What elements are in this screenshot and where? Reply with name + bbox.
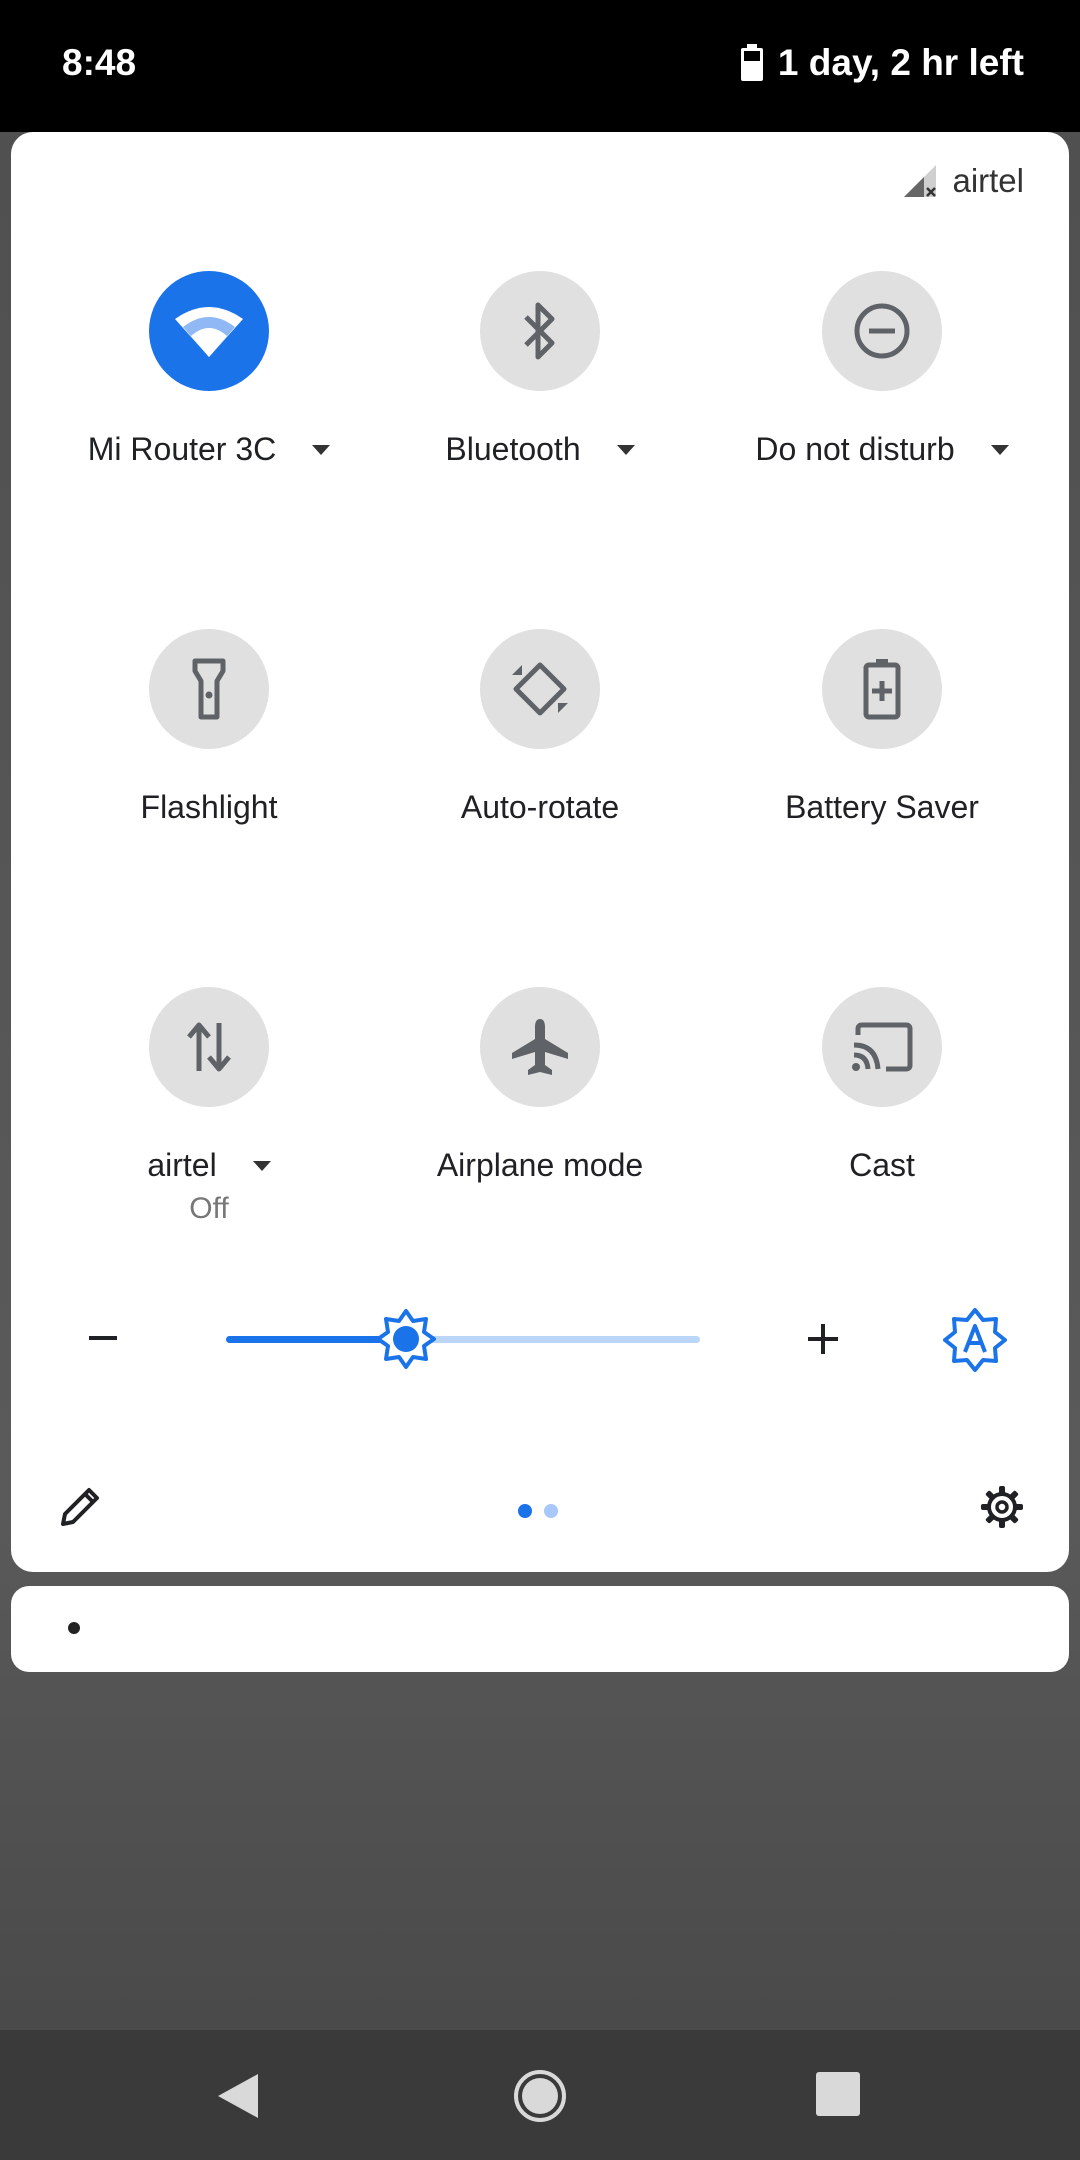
airplane-icon (512, 1019, 568, 1075)
bluetooth-icon (524, 302, 555, 360)
back-icon[interactable] (212, 2070, 262, 2122)
tile-cast-text: Cast (849, 1147, 915, 1183)
tile-wifi[interactable]: Mi Router 3C (49, 271, 369, 468)
page-dot-inactive (544, 1504, 558, 1518)
battery-icon (740, 44, 763, 81)
auto-brightness-icon[interactable] (943, 1308, 1007, 1372)
tile-wifi-button[interactable] (149, 271, 269, 391)
recents-icon[interactable] (816, 2072, 860, 2116)
tile-mobile-data-button[interactable] (149, 987, 269, 1107)
status-time: 8:48 (62, 42, 137, 83)
do-not-disturb-icon (854, 303, 910, 359)
tile-auto-rotate-text: Auto-rotate (460, 789, 620, 825)
tile-flashlight-text: Flashlight (140, 789, 278, 825)
tile-mobile-data-status: Off (189, 1192, 229, 1225)
signal-icon (904, 165, 937, 197)
tile-cast-button[interactable] (822, 987, 942, 1107)
tile-dnd-label[interactable]: Do not disturb (722, 431, 1042, 468)
tile-bluetooth-button[interactable] (480, 271, 600, 391)
carrier-indicator: airtel (902, 162, 1024, 200)
tile-mobile-data[interactable]: airtel Off (49, 987, 369, 1226)
quick-settings-footer (11, 1472, 1069, 1552)
brightness-slider-thumb[interactable] (376, 1309, 437, 1369)
tile-flashlight-label: Flashlight (49, 789, 369, 826)
chevron-down-icon[interactable] (990, 444, 1009, 455)
page-dot-active (518, 1504, 532, 1518)
tile-flashlight-button[interactable] (149, 629, 269, 749)
tile-dnd-button[interactable] (822, 271, 942, 391)
tile-bluetooth[interactable]: Bluetooth (380, 271, 700, 468)
tile-battery-saver-label: Battery Saver (722, 789, 1042, 826)
chevron-down-icon[interactable] (616, 444, 635, 455)
tile-dnd-text: Do not disturb (755, 431, 955, 467)
home-icon[interactable] (512, 2068, 568, 2124)
tile-cast[interactable]: Cast (722, 987, 1042, 1184)
chevron-down-icon[interactable] (312, 444, 331, 455)
tile-mobile-data-label[interactable]: airtel (49, 1147, 369, 1184)
quick-settings-panel: airtel Mi Router 3C Bluetooth Do not dis… (11, 132, 1069, 1572)
gear-icon[interactable] (979, 1484, 1025, 1530)
navigation-bar (0, 2030, 1080, 2160)
tile-mobile-data-text: airtel (147, 1147, 217, 1183)
tile-wifi-label[interactable]: Mi Router 3C (49, 431, 369, 468)
tile-battery-saver-button[interactable] (822, 629, 942, 749)
auto-rotate-icon (512, 662, 568, 716)
edit-icon[interactable] (55, 1482, 105, 1532)
battery-status: 1 day, 2 hr left (740, 42, 1024, 84)
carrier-name: airtel (952, 162, 1024, 199)
tile-flashlight[interactable]: Flashlight (49, 629, 369, 826)
notification-card[interactable] (11, 1586, 1069, 1672)
chevron-down-icon[interactable] (252, 1160, 271, 1171)
battery-text: 1 day, 2 hr left (777, 42, 1024, 83)
tile-battery-saver[interactable]: Battery Saver (722, 629, 1042, 826)
tile-airplane-text: Airplane mode (436, 1147, 644, 1183)
tile-airplane-button[interactable] (480, 987, 600, 1107)
tile-auto-rotate-button[interactable] (480, 629, 600, 749)
brightness-decrease-icon[interactable] (89, 1336, 117, 1340)
mobile-data-icon (187, 1022, 231, 1072)
tile-airplane-mode[interactable]: Airplane mode (380, 987, 700, 1184)
tile-auto-rotate-label: Auto-rotate (380, 789, 700, 826)
cast-icon (852, 1022, 913, 1072)
tile-wifi-text: Mi Router 3C (87, 431, 277, 467)
wifi-icon (175, 307, 243, 357)
tile-bluetooth-text: Bluetooth (445, 431, 581, 467)
battery-saver-icon (863, 659, 901, 720)
tile-bluetooth-label[interactable]: Bluetooth (380, 431, 700, 468)
flashlight-icon (192, 658, 226, 720)
page-indicator (518, 1504, 558, 1518)
tile-auto-rotate[interactable]: Auto-rotate (380, 629, 700, 826)
tile-do-not-disturb[interactable]: Do not disturb (722, 271, 1042, 468)
brightness-increase-icon[interactable] (806, 1322, 840, 1356)
tile-airplane-label: Airplane mode (380, 1147, 700, 1184)
tile-battery-saver-text: Battery Saver (785, 789, 979, 825)
tile-cast-label: Cast (722, 1147, 1042, 1184)
notification-dot-icon (68, 1622, 80, 1634)
brightness-control (11, 1292, 1069, 1392)
status-bar: 8:48 1 day, 2 hr left (0, 0, 1080, 132)
